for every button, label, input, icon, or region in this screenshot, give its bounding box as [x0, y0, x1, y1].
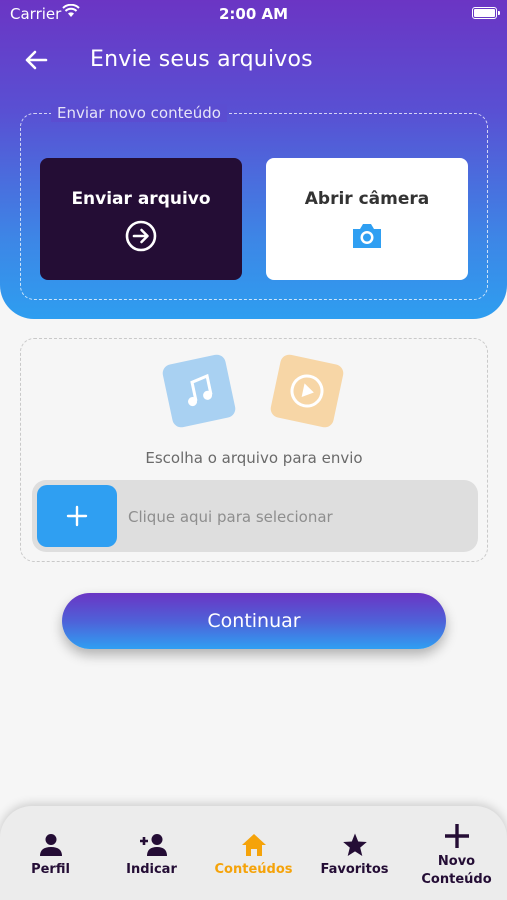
- music-file-tile: [161, 353, 237, 429]
- tab-favorites[interactable]: Favoritos: [304, 806, 405, 900]
- tab-profile[interactable]: Perfil: [0, 806, 101, 900]
- play-circle-icon: [290, 374, 324, 408]
- tab-refer[interactable]: Indicar: [101, 806, 202, 900]
- open-camera-label: Abrir câmera: [304, 189, 430, 209]
- status-time: 2:00 AM: [218, 5, 289, 23]
- tab-new-content[interactable]: Novo Conteúdo: [406, 806, 507, 900]
- open-camera-button[interactable]: Abrir câmera: [266, 158, 468, 280]
- star-icon: [343, 833, 367, 856]
- tab-label: Indicar: [126, 862, 177, 877]
- tab-label: Novo Conteúdo: [421, 854, 492, 887]
- add-file-button[interactable]: [37, 485, 117, 547]
- select-file-field[interactable]: Clique aqui para selecionar: [32, 480, 478, 552]
- add-person-icon: [140, 834, 167, 856]
- camera-icon: [353, 224, 381, 248]
- home-icon: [242, 834, 266, 856]
- header: Carrier 2:00 AM Envie seus arquivos Envi…: [0, 0, 507, 319]
- upload-frame-label: Enviar novo conteúdo: [51, 104, 227, 122]
- plus-icon: [66, 505, 88, 527]
- tab-label: Favoritos: [320, 862, 389, 877]
- tab-label: Conteúdos: [214, 862, 293, 877]
- arrow-circle-right-icon: [125, 220, 157, 252]
- arrow-left-icon[interactable]: [22, 46, 50, 74]
- video-file-tile: [269, 353, 345, 429]
- tab-contents[interactable]: Conteúdos: [203, 806, 304, 900]
- page-title: Envie seus arquivos: [90, 47, 313, 72]
- music-note-icon: [188, 373, 213, 407]
- upload-new-content-frame: Enviar novo conteúdo Enviar arquivo Abri…: [20, 104, 488, 300]
- select-file-placeholder: Clique aqui para selecionar: [128, 508, 333, 526]
- continue-button[interactable]: Continuar: [62, 593, 446, 649]
- tab-label: Perfil: [31, 862, 70, 877]
- send-file-button[interactable]: Enviar arquivo: [40, 158, 242, 280]
- file-drop-zone: Escolha o arquivo para envio Clique aqui…: [20, 338, 488, 562]
- battery-icon: [472, 7, 500, 19]
- send-file-label: Enviar arquivo: [71, 189, 211, 209]
- person-icon: [40, 834, 62, 856]
- choose-file-instruction: Escolha o arquivo para envio: [145, 449, 363, 467]
- status-bar: Carrier 2:00 AM: [0, 0, 507, 28]
- plus-icon: [445, 824, 469, 848]
- bottom-tab-bar: Perfil Indicar Conteúdos Favoritos Novo …: [0, 806, 507, 900]
